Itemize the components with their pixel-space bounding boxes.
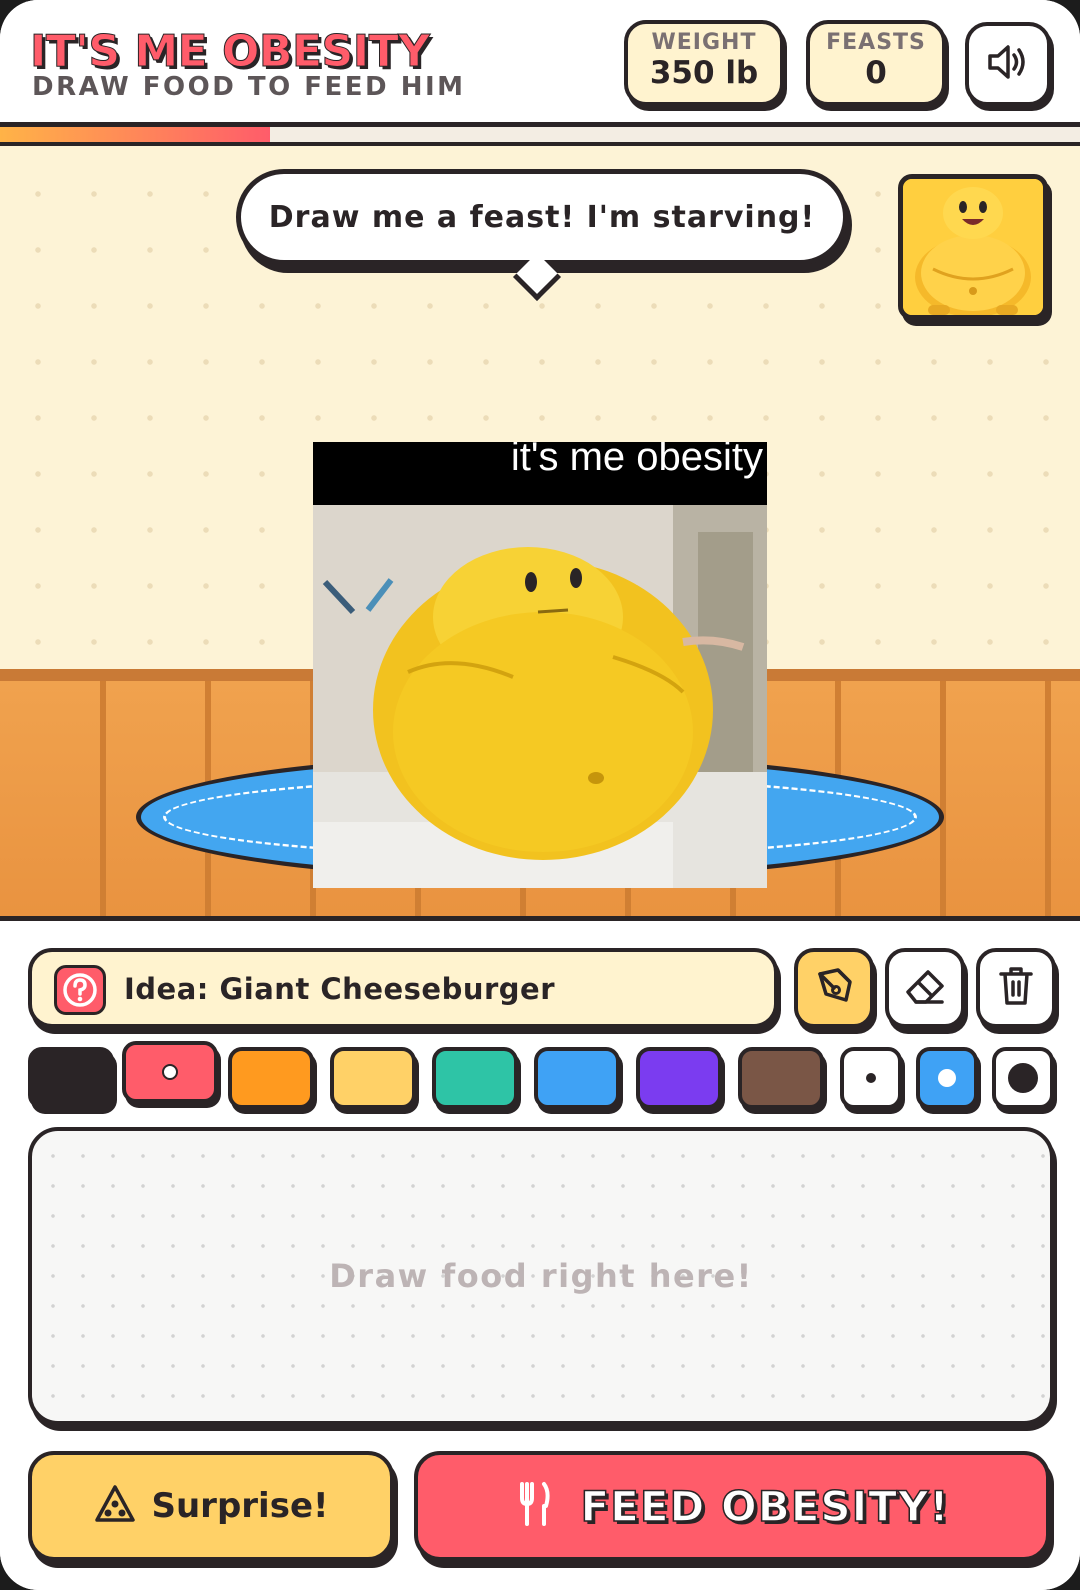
weight-value: 350 lb: [649, 55, 759, 91]
brush-size-large[interactable]: [992, 1047, 1054, 1109]
color-swatch[interactable]: [330, 1047, 416, 1109]
color-swatch[interactable]: [28, 1047, 114, 1109]
idea-prompt[interactable]: Idea: Giant Cheeseburger: [28, 948, 778, 1028]
header: IT'S ME OBESITY DRAW FOOD TO FEED HIM WE…: [0, 0, 1080, 122]
clear-canvas-button[interactable]: [976, 948, 1056, 1028]
feasts-stat: FEASTS 0: [806, 20, 946, 106]
drawing-controls: Idea: Giant Cheeseburger Draw food right…: [0, 916, 1080, 1590]
eraser-tool-button[interactable]: [885, 948, 965, 1028]
eraser-icon: [902, 964, 948, 1012]
idea-text: Idea: Giant Cheeseburger: [124, 972, 556, 1006]
character-avatar: [898, 174, 1048, 320]
feasts-value: 0: [865, 55, 887, 91]
speaker-on-icon: [986, 42, 1030, 86]
speech-text: Draw me a feast! I'm starving!: [268, 199, 816, 235]
color-swatch[interactable]: [738, 1047, 824, 1109]
brush-size-small[interactable]: [840, 1047, 902, 1109]
hunger-progress-fill: [0, 127, 270, 142]
question-icon: [54, 965, 106, 1015]
weight-label: WEIGHT: [651, 30, 757, 55]
surprise-button[interactable]: Surprise!: [28, 1451, 394, 1561]
obesity-meme-image: it's me obesity: [313, 442, 767, 888]
hunger-progress-bar: [0, 122, 1080, 146]
drawing-canvas[interactable]: Draw food right here!: [28, 1127, 1054, 1425]
color-swatch[interactable]: [534, 1047, 620, 1109]
fork-knife-icon: [514, 1480, 554, 1532]
color-swatch[interactable]: [432, 1047, 518, 1109]
selected-color-indicator: [162, 1064, 178, 1080]
surprise-label: Surprise!: [151, 1486, 329, 1526]
pen-icon: [812, 964, 856, 1012]
app-subtitle: DRAW FOOD TO FEED HIM: [32, 72, 466, 102]
room-scene: Draw me a feast! I'm starving! it's me o…: [0, 146, 1080, 916]
feed-label: FEED OBESITY!: [580, 1481, 950, 1532]
sound-toggle-button[interactable]: [965, 22, 1051, 106]
color-swatch[interactable]: [228, 1047, 314, 1109]
feed-button[interactable]: FEED OBESITY!: [414, 1451, 1050, 1561]
weight-stat: WEIGHT 350 lb: [624, 20, 784, 106]
meme-caption: it's me obesity: [313, 442, 767, 505]
app-window: IT'S ME OBESITY DRAW FOOD TO FEED HIM WE…: [0, 0, 1080, 1590]
feasts-label: FEASTS: [826, 30, 926, 55]
app-title: IT'S ME OBESITY: [29, 26, 430, 78]
pizza-slice-icon: [93, 1482, 137, 1530]
color-swatch[interactable]: [122, 1041, 218, 1103]
canvas-placeholder: Draw food right here!: [329, 1257, 753, 1295]
speech-bubble: Draw me a feast! I'm starving!: [236, 169, 848, 265]
color-swatch[interactable]: [636, 1047, 722, 1109]
brush-size-medium[interactable]: [916, 1047, 978, 1109]
trash-icon: [996, 964, 1036, 1012]
pen-tool-button[interactable]: [794, 948, 874, 1028]
